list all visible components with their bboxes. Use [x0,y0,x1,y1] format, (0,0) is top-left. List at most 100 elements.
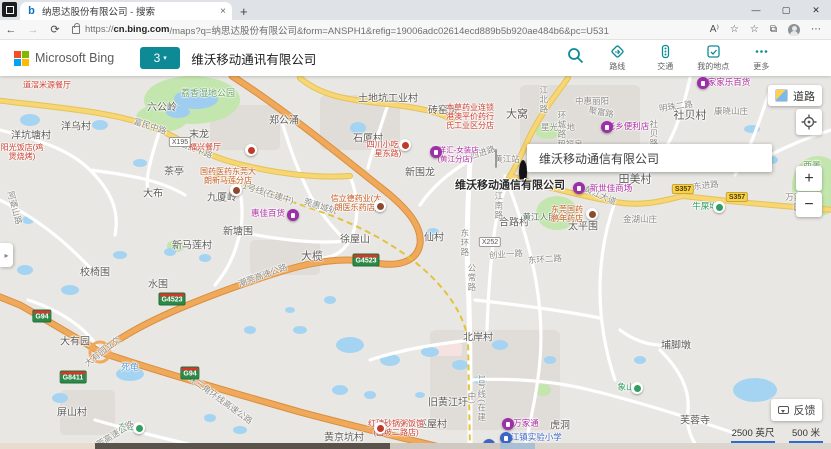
shop-icon[interactable] [287,209,299,221]
map-label: 新围龙 [405,167,435,179]
locate-me-button[interactable] [796,109,822,135]
tab-preview-icon[interactable] [2,2,17,17]
search-input[interactable]: 维沃移动通讯有限公司 [191,49,309,68]
road-badge: G4523 [158,293,185,306]
park-icon[interactable] [713,201,725,213]
map-label: 新马莲村 [172,240,212,252]
map-canvas[interactable]: 六公岭洋乌村洋坑塘村末龙茶亭大布九厦岭郑公涌土地坑工业村石厦村新围龙大窝砖窑墩社… [0,76,831,449]
browser-tab[interactable]: b 纳思达股份有限公司 - 搜索 × [20,2,232,20]
feedback-label: 反馈 [794,402,816,418]
map-label: 公常路 [466,264,476,293]
new-tab-button[interactable]: + [240,4,248,19]
toolbar-icons: A⁾ ☆ ☆ ⧉ ⋯ [710,24,821,36]
collections-icon[interactable]: ⧉ [770,24,777,35]
map-scale: 2500 英尺 500 米 [731,425,823,443]
road-view-button[interactable]: 道路 [768,85,822,106]
address-bar[interactable]: https://cn.bing.com/maps?q=纳思达股份有限公司&for… [72,23,700,37]
map-label: 埔脚墩 [661,340,691,352]
road-badge: G94 [32,310,51,323]
map-label: 大窝 [506,109,528,122]
road-badge: G94 [180,367,199,380]
map-label: 荔香湿地公园 [181,88,235,98]
restaurant-icon[interactable] [374,422,386,434]
map-label: 金湖山庄 [623,215,657,225]
window-titlebar: b 纳思达股份有限公司 - 搜索 × + — ▢ ✕ [0,0,831,20]
map-label: 万家通 [513,419,539,429]
browser-toolbar: ← → ⟳ https://cn.bing.com/maps?q=纳思达股份有限… [0,20,831,40]
map-label: 江北路 [538,86,548,115]
my-places-button[interactable]: 我的地点 [696,44,730,72]
back-button[interactable]: ← [0,24,22,36]
map-label: 土地坑工业村 [358,93,418,105]
expander-arrow-icon: ▸ [4,251,8,260]
park-icon[interactable] [631,382,643,394]
map-label: 1号线(在建中) [466,373,486,424]
forward-button[interactable]: → [22,24,44,36]
map-label: 家家乐百货 [708,78,751,88]
map-label: 旧黄江圩 [428,397,468,409]
restaurant-icon[interactable] [245,144,257,156]
profile-avatar[interactable] [788,24,800,36]
pharmacy-icon[interactable] [586,208,598,220]
url-path: /maps?q=纳思达股份有限公司&form=ANSPH1&refig=1900… [169,23,608,37]
close-button[interactable]: ✕ [801,0,831,20]
station-icon[interactable] [495,150,497,168]
map-base-layer [0,76,831,449]
park-icon[interactable] [133,422,145,434]
tab-title: 纳思达股份有限公司 - 搜索 [42,4,216,18]
traffic-button[interactable]: 交通 [648,44,682,72]
minimize-button[interactable]: — [741,0,771,20]
restaurant-icon[interactable] [399,139,411,151]
map-label: 东莞国药 鹏年药店 [551,205,583,223]
map-label: 福兴餐厅 [189,142,221,151]
map-label: 校椅围 [80,267,110,279]
map-label: 郑公涌 [269,115,299,127]
map-label: 北岸村 [463,332,493,344]
map-label: 阳光饭店(鸡 煲烧烤) [1,143,44,161]
window-controls: — ▢ ✕ [741,0,831,20]
map-label: 水围 [148,279,168,291]
map-label: 屏山村 [57,407,87,419]
bing-maps-header: Microsoft Bing 3 ▾ 维沃移动通讯有限公司 路线 交通 [0,40,831,76]
map-label: 新塘围 [223,226,253,238]
search-scope-dropdown[interactable]: 3 ▾ [140,47,180,69]
shop-icon[interactable] [697,77,709,89]
favorites-icon[interactable]: ☆ [730,24,739,35]
search-button[interactable] [567,47,584,69]
shop-icon[interactable] [601,121,613,133]
favorites-bar-icon[interactable]: ☆ [750,24,759,35]
map-label: 惠佳百货 [251,209,285,219]
zoom-out-button[interactable]: − [796,192,822,217]
shop-icon[interactable] [502,418,514,430]
road-badge: G4523 [352,254,379,267]
map-label: 徐屋山 [340,234,370,246]
zoom-in-button[interactable]: + [796,166,822,191]
map-label: 老乡便利店 [607,122,650,132]
result-tooltip[interactable]: 维沃移动通信有限公司 [527,144,772,172]
feedback-button[interactable]: 反馈 [771,399,822,421]
read-aloud-icon[interactable]: A⁾ [710,24,719,35]
shop-icon[interactable] [430,146,442,158]
map-label: 黄江站 [494,155,520,165]
maximize-button[interactable]: ▢ [771,0,801,20]
microsoft-bing-logo[interactable]: Microsoft Bing [14,51,114,66]
url-scheme: https:// [85,24,114,35]
settings-menu-icon[interactable]: ⋯ [811,24,821,35]
road-badge: X195 [169,137,191,147]
pharmacy-icon[interactable] [374,200,386,212]
map-label: 仙村 [424,232,444,244]
refresh-button[interactable]: ⟳ [44,23,66,36]
map-label: 洋乌村 [61,121,91,133]
traffic-label: 交通 [657,61,673,72]
shop-icon[interactable] [573,182,585,194]
directions-button[interactable]: 路线 [600,44,634,72]
directions-label: 路线 [609,61,625,72]
zoom-in-glyph: + [804,170,813,188]
map-style-thumbnail-icon [775,89,788,102]
scale-meters: 500 米 [792,425,820,439]
pharmacy-icon[interactable] [230,184,242,196]
tab-close-icon[interactable]: × [220,6,226,17]
map-label: 国药医药东莞大 朗新马莲分店 [200,167,256,185]
sidebar-expander[interactable]: ▸ [0,243,13,267]
more-button[interactable]: 更多 [744,44,778,72]
